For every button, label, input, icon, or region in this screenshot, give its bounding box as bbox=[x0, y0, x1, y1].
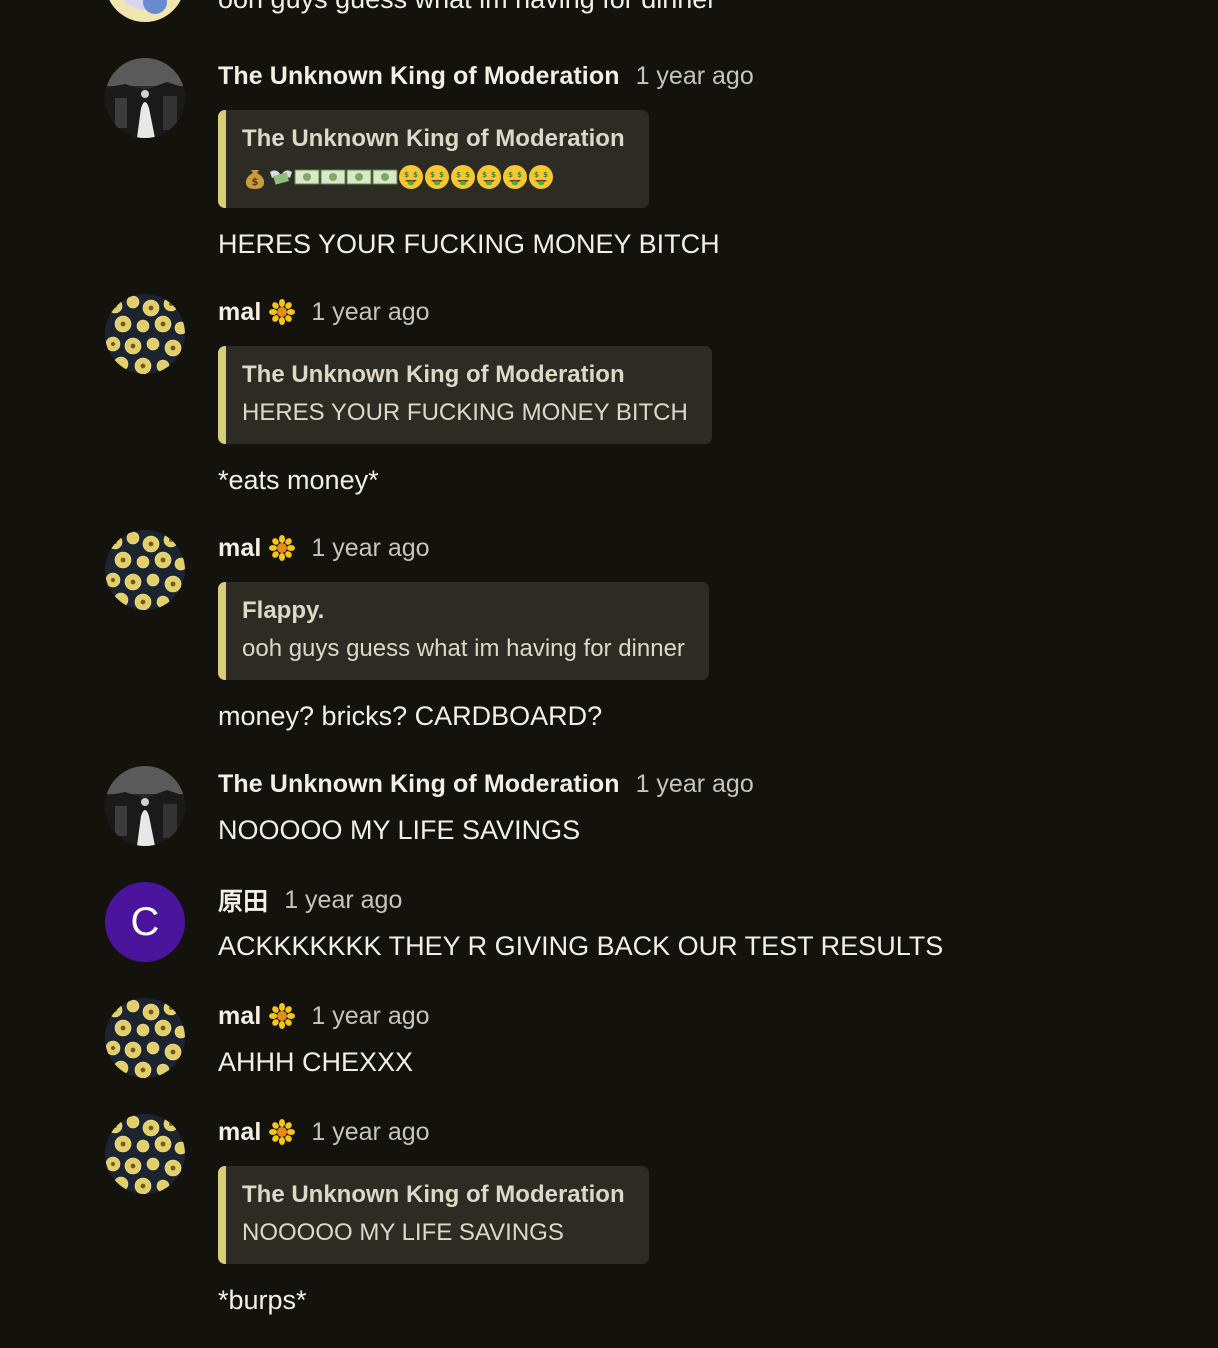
sunflower-icon bbox=[269, 535, 295, 561]
quote-emoji-row bbox=[242, 158, 625, 196]
banknote-icon bbox=[320, 164, 346, 190]
author-name[interactable]: The Unknown King of Moderation bbox=[218, 770, 620, 799]
message-text: NOOOOO MY LIFE SAVINGS bbox=[218, 815, 581, 845]
message-text: HERES YOUR FUCKING MONEY BITCH bbox=[218, 229, 720, 259]
money-with-wings-icon bbox=[268, 164, 294, 190]
money-mouth-face-icon bbox=[528, 164, 554, 190]
message-text: money? bricks? CARDBOARD? bbox=[218, 701, 603, 731]
avatar[interactable] bbox=[105, 1114, 185, 1194]
money-mouth-face-icon bbox=[424, 164, 450, 190]
money-mouth-face-icon bbox=[398, 164, 424, 190]
avatar[interactable] bbox=[105, 0, 185, 22]
timestamp: 1 year ago bbox=[635, 61, 754, 90]
author-name[interactable]: 原田 bbox=[218, 882, 268, 918]
sunflower-icon bbox=[269, 299, 295, 325]
banknote-icon bbox=[294, 164, 320, 190]
message-text: ACKKKKKKK THEY R GIVING BACK OUR TEST RE… bbox=[218, 931, 944, 961]
timestamp: 1 year ago bbox=[311, 1001, 430, 1030]
message-text: AHHH CHEXXX bbox=[218, 1047, 414, 1077]
avatar[interactable] bbox=[105, 766, 185, 846]
message-text: *burps* bbox=[218, 1285, 307, 1315]
sunflower-icon bbox=[269, 1003, 295, 1029]
author-name[interactable]: mal bbox=[218, 534, 261, 563]
timestamp: 1 year ago bbox=[635, 769, 754, 798]
avatar[interactable] bbox=[105, 58, 185, 138]
quote-author: The Unknown King of Moderation bbox=[242, 1181, 625, 1208]
banknote-icon bbox=[372, 164, 398, 190]
reply-quote[interactable]: The Unknown King of Moderation HERES YOU… bbox=[218, 346, 712, 444]
avatar[interactable] bbox=[105, 294, 185, 374]
sunflower-icon bbox=[269, 1119, 295, 1145]
timestamp: 1 year ago bbox=[284, 885, 403, 914]
timestamp: 1 year ago bbox=[311, 1117, 430, 1146]
money-mouth-face-icon bbox=[502, 164, 528, 190]
reply-quote[interactable]: Flappy. ooh guys guess what im having fo… bbox=[218, 582, 709, 680]
chat-feed: ooh guys guess what im having for dinner… bbox=[0, 0, 1218, 1348]
timestamp: 1 year ago bbox=[311, 297, 430, 326]
avatar-letter: C bbox=[130, 899, 160, 944]
quote-text: ooh guys guess what im having for dinner bbox=[242, 635, 685, 662]
message-text: *eats money* bbox=[218, 465, 379, 495]
money-mouth-face-icon bbox=[476, 164, 502, 190]
reply-quote[interactable]: The Unknown King of Moderation NOOOOO MY… bbox=[218, 1166, 649, 1264]
quote-author: The Unknown King of Moderation bbox=[242, 125, 625, 152]
timestamp: 1 year ago bbox=[311, 533, 430, 562]
quote-text: HERES YOUR FUCKING MONEY BITCH bbox=[242, 399, 688, 426]
author-name[interactable]: mal bbox=[218, 1118, 261, 1147]
money-bag-icon bbox=[242, 164, 268, 190]
avatar[interactable] bbox=[105, 530, 185, 610]
author-name[interactable]: The Unknown King of Moderation bbox=[218, 62, 620, 91]
avatar[interactable]: C bbox=[105, 882, 185, 962]
message-text: ooh guys guess what im having for dinner bbox=[218, 0, 716, 15]
avatar[interactable] bbox=[105, 998, 185, 1078]
quote-author: Flappy. bbox=[242, 597, 325, 624]
money-mouth-face-icon bbox=[450, 164, 476, 190]
banknote-icon bbox=[346, 164, 372, 190]
quote-author: The Unknown King of Moderation bbox=[242, 361, 625, 388]
quote-text: NOOOOO MY LIFE SAVINGS bbox=[242, 1219, 564, 1246]
author-name[interactable]: mal bbox=[218, 1002, 261, 1031]
author-name[interactable]: mal bbox=[218, 298, 261, 327]
reply-quote[interactable]: The Unknown King of Moderation bbox=[218, 110, 649, 208]
